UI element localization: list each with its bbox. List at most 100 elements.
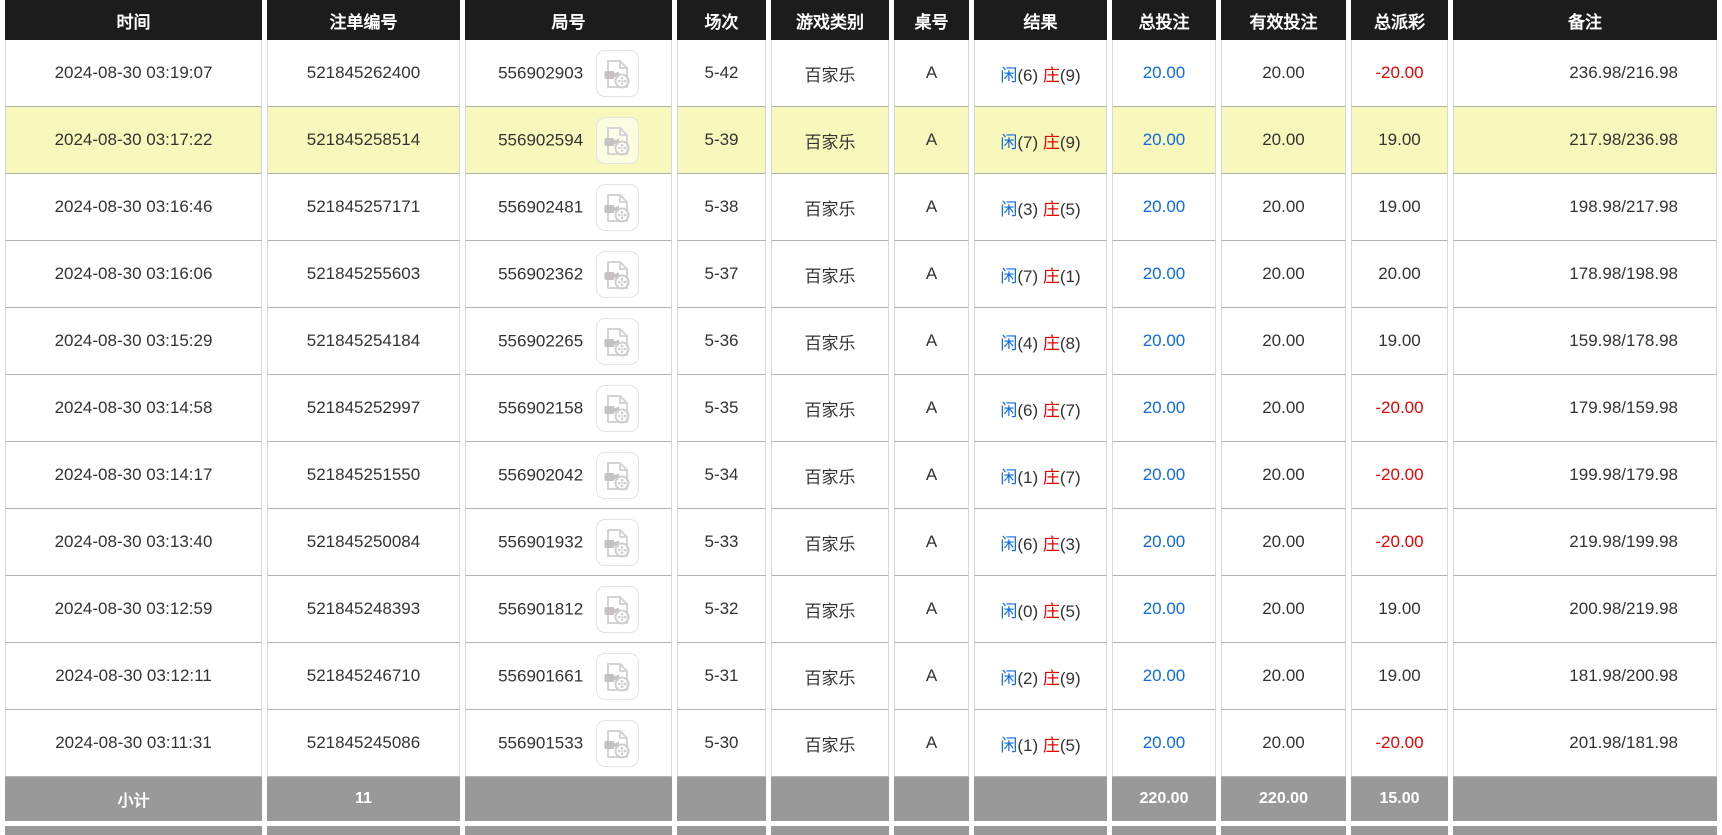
total-bet-link[interactable]: 20.00 xyxy=(1143,130,1186,149)
cell-game-type: 百家乐 xyxy=(771,509,889,576)
cell-game-type: 百家乐 xyxy=(771,576,889,643)
video-replay-button[interactable] xyxy=(595,116,639,164)
result-banker-label: 庄 xyxy=(1042,601,1060,621)
cell-result: 闲(1) 庄(5) xyxy=(974,710,1107,777)
result-banker-label: 庄 xyxy=(1042,668,1060,688)
total-bet-link[interactable]: 20.00 xyxy=(1143,197,1186,216)
cell-session: 5-42 xyxy=(677,40,766,107)
video-replay-button[interactable] xyxy=(595,518,639,566)
cell-time: 2024-08-30 03:16:46 xyxy=(5,174,262,241)
total-bet-link[interactable]: 20.00 xyxy=(1143,532,1186,551)
total-bet-link[interactable]: 20.00 xyxy=(1143,599,1186,618)
cell-time: 2024-08-30 03:19:07 xyxy=(5,40,262,107)
video-replay-button[interactable] xyxy=(595,652,639,700)
table-row[interactable]: 2024-08-30 03:17:22 521845258514 556902594… xyxy=(5,107,1717,174)
cell-time: 2024-08-30 03:14:58 xyxy=(5,375,262,442)
cell-session: 5-37 xyxy=(677,241,766,308)
result-player-score: (1) xyxy=(1017,467,1043,487)
result-player-score: (7) xyxy=(1017,266,1043,286)
result-player-label: 闲 xyxy=(1000,534,1018,554)
table-row[interactable]: 2024-08-30 03:14:58 521845252997 556902158… xyxy=(5,375,1717,442)
col-time: 时间 xyxy=(5,0,262,40)
result-player-score: (6) xyxy=(1017,400,1043,420)
table-row[interactable]: 2024-08-30 03:12:11 521845246710 556901661… xyxy=(5,643,1717,710)
video-replay-button[interactable] xyxy=(595,183,639,231)
subtotal-count: 11 xyxy=(267,777,460,826)
cell-session: 5-31 xyxy=(677,643,766,710)
cell-bet-id: 521845250084 xyxy=(267,509,460,576)
video-replay-button[interactable] xyxy=(595,49,639,97)
video-file-icon xyxy=(604,127,630,156)
table-row[interactable]: 2024-08-30 03:19:07 521845262400 556902903… xyxy=(5,40,1717,107)
table-row[interactable]: 2024-08-30 03:16:06 521845255603 556902362… xyxy=(5,241,1717,308)
cell-note: 178.98/198.98 xyxy=(1453,241,1717,308)
table-row[interactable]: 2024-08-30 03:11:31 521845245086 556901533… xyxy=(5,710,1717,777)
result-player-label: 闲 xyxy=(1000,400,1018,420)
result-banker-label: 庄 xyxy=(1042,735,1060,755)
round-number: 556901932 xyxy=(498,532,584,551)
table-footer: 小计 11 220.00 220.00 15.00 xyxy=(5,777,1717,835)
col-result: 结果 xyxy=(974,0,1107,40)
cell-round-id: 556901661 xyxy=(465,643,672,710)
cell-time: 2024-08-30 03:16:06 xyxy=(5,241,262,308)
total-bet-link[interactable]: 20.00 xyxy=(1143,398,1186,417)
cell-note: 219.98/199.98 xyxy=(1453,509,1717,576)
cell-result: 闲(7) 庄(9) xyxy=(974,107,1107,174)
total-bet-link[interactable]: 20.00 xyxy=(1143,666,1186,685)
cell-valid-bet: 20.00 xyxy=(1221,40,1346,107)
total-bet-link[interactable]: 20.00 xyxy=(1143,465,1186,484)
video-replay-button[interactable] xyxy=(595,585,639,633)
video-replay-button[interactable] xyxy=(595,451,639,499)
bet-records-table: 时间 注单编号 局号 场次 游戏类别 桌号 结果 总投注 有效投注 总派彩 备注… xyxy=(0,0,1722,835)
cell-payout: 19.00 xyxy=(1351,174,1448,241)
total-bet-link[interactable]: 20.00 xyxy=(1143,733,1186,752)
cell-round-id: 556902594 xyxy=(465,107,672,174)
col-note: 备注 xyxy=(1453,0,1717,40)
cell-table-no: A xyxy=(894,509,969,576)
table-row[interactable]: 2024-08-30 03:12:59 521845248393 556901812… xyxy=(5,576,1717,643)
result-banker-label: 庄 xyxy=(1042,199,1060,219)
result-player-label: 闲 xyxy=(1000,65,1018,85)
col-table-no: 桌号 xyxy=(894,0,969,40)
cell-result: 闲(3) 庄(5) xyxy=(974,174,1107,241)
table-row[interactable]: 2024-08-30 03:13:40 521845250084 556901932… xyxy=(5,509,1717,576)
cell-total-bet: 20.00 xyxy=(1112,442,1216,509)
cell-payout: 19.00 xyxy=(1351,576,1448,643)
video-file-icon xyxy=(604,194,630,223)
cell-payout: -20.00 xyxy=(1351,375,1448,442)
cell-note: 198.98/217.98 xyxy=(1453,174,1717,241)
total-bet-link[interactable]: 20.00 xyxy=(1143,331,1186,350)
table-row[interactable]: 2024-08-30 03:16:46 521845257171 556902481… xyxy=(5,174,1717,241)
cell-note: 200.98/219.98 xyxy=(1453,576,1717,643)
cell-result: 闲(0) 庄(5) xyxy=(974,576,1107,643)
video-replay-button[interactable] xyxy=(595,719,639,767)
subtotal-empty-result xyxy=(974,777,1107,826)
video-replay-button[interactable] xyxy=(595,384,639,432)
result-player-label: 闲 xyxy=(1000,266,1018,286)
cell-valid-bet: 20.00 xyxy=(1221,308,1346,375)
col-bet-id: 注单编号 xyxy=(267,0,460,40)
total-bet-link[interactable]: 20.00 xyxy=(1143,63,1186,82)
cell-bet-id: 521845262400 xyxy=(267,40,460,107)
cell-result: 闲(7) 庄(1) xyxy=(974,241,1107,308)
table-row[interactable]: 2024-08-30 03:15:29 521845254184 556902265… xyxy=(5,308,1717,375)
result-player-label: 闲 xyxy=(1000,735,1018,755)
table-body: 2024-08-30 03:19:07 521845262400 556902903… xyxy=(5,40,1717,777)
cell-valid-bet: 20.00 xyxy=(1221,509,1346,576)
cell-round-id: 556902265 xyxy=(465,308,672,375)
total-bet-link[interactable]: 20.00 xyxy=(1143,264,1186,283)
cell-round-id: 556902362 xyxy=(465,241,672,308)
cell-note: 199.98/179.98 xyxy=(1453,442,1717,509)
video-replay-button[interactable] xyxy=(595,250,639,298)
video-file-icon xyxy=(604,462,630,491)
cell-bet-id: 521845257171 xyxy=(267,174,460,241)
result-banker-label: 庄 xyxy=(1042,333,1060,353)
cell-valid-bet: 20.00 xyxy=(1221,107,1346,174)
cell-session: 5-35 xyxy=(677,375,766,442)
cell-result: 闲(2) 庄(9) xyxy=(974,643,1107,710)
video-replay-button[interactable] xyxy=(595,317,639,365)
result-banker-score: (5) xyxy=(1059,735,1081,755)
table-row[interactable]: 2024-08-30 03:14:17 521845251550 556902042… xyxy=(5,442,1717,509)
round-number: 556902158 xyxy=(498,398,584,417)
cell-total-bet: 20.00 xyxy=(1112,107,1216,174)
